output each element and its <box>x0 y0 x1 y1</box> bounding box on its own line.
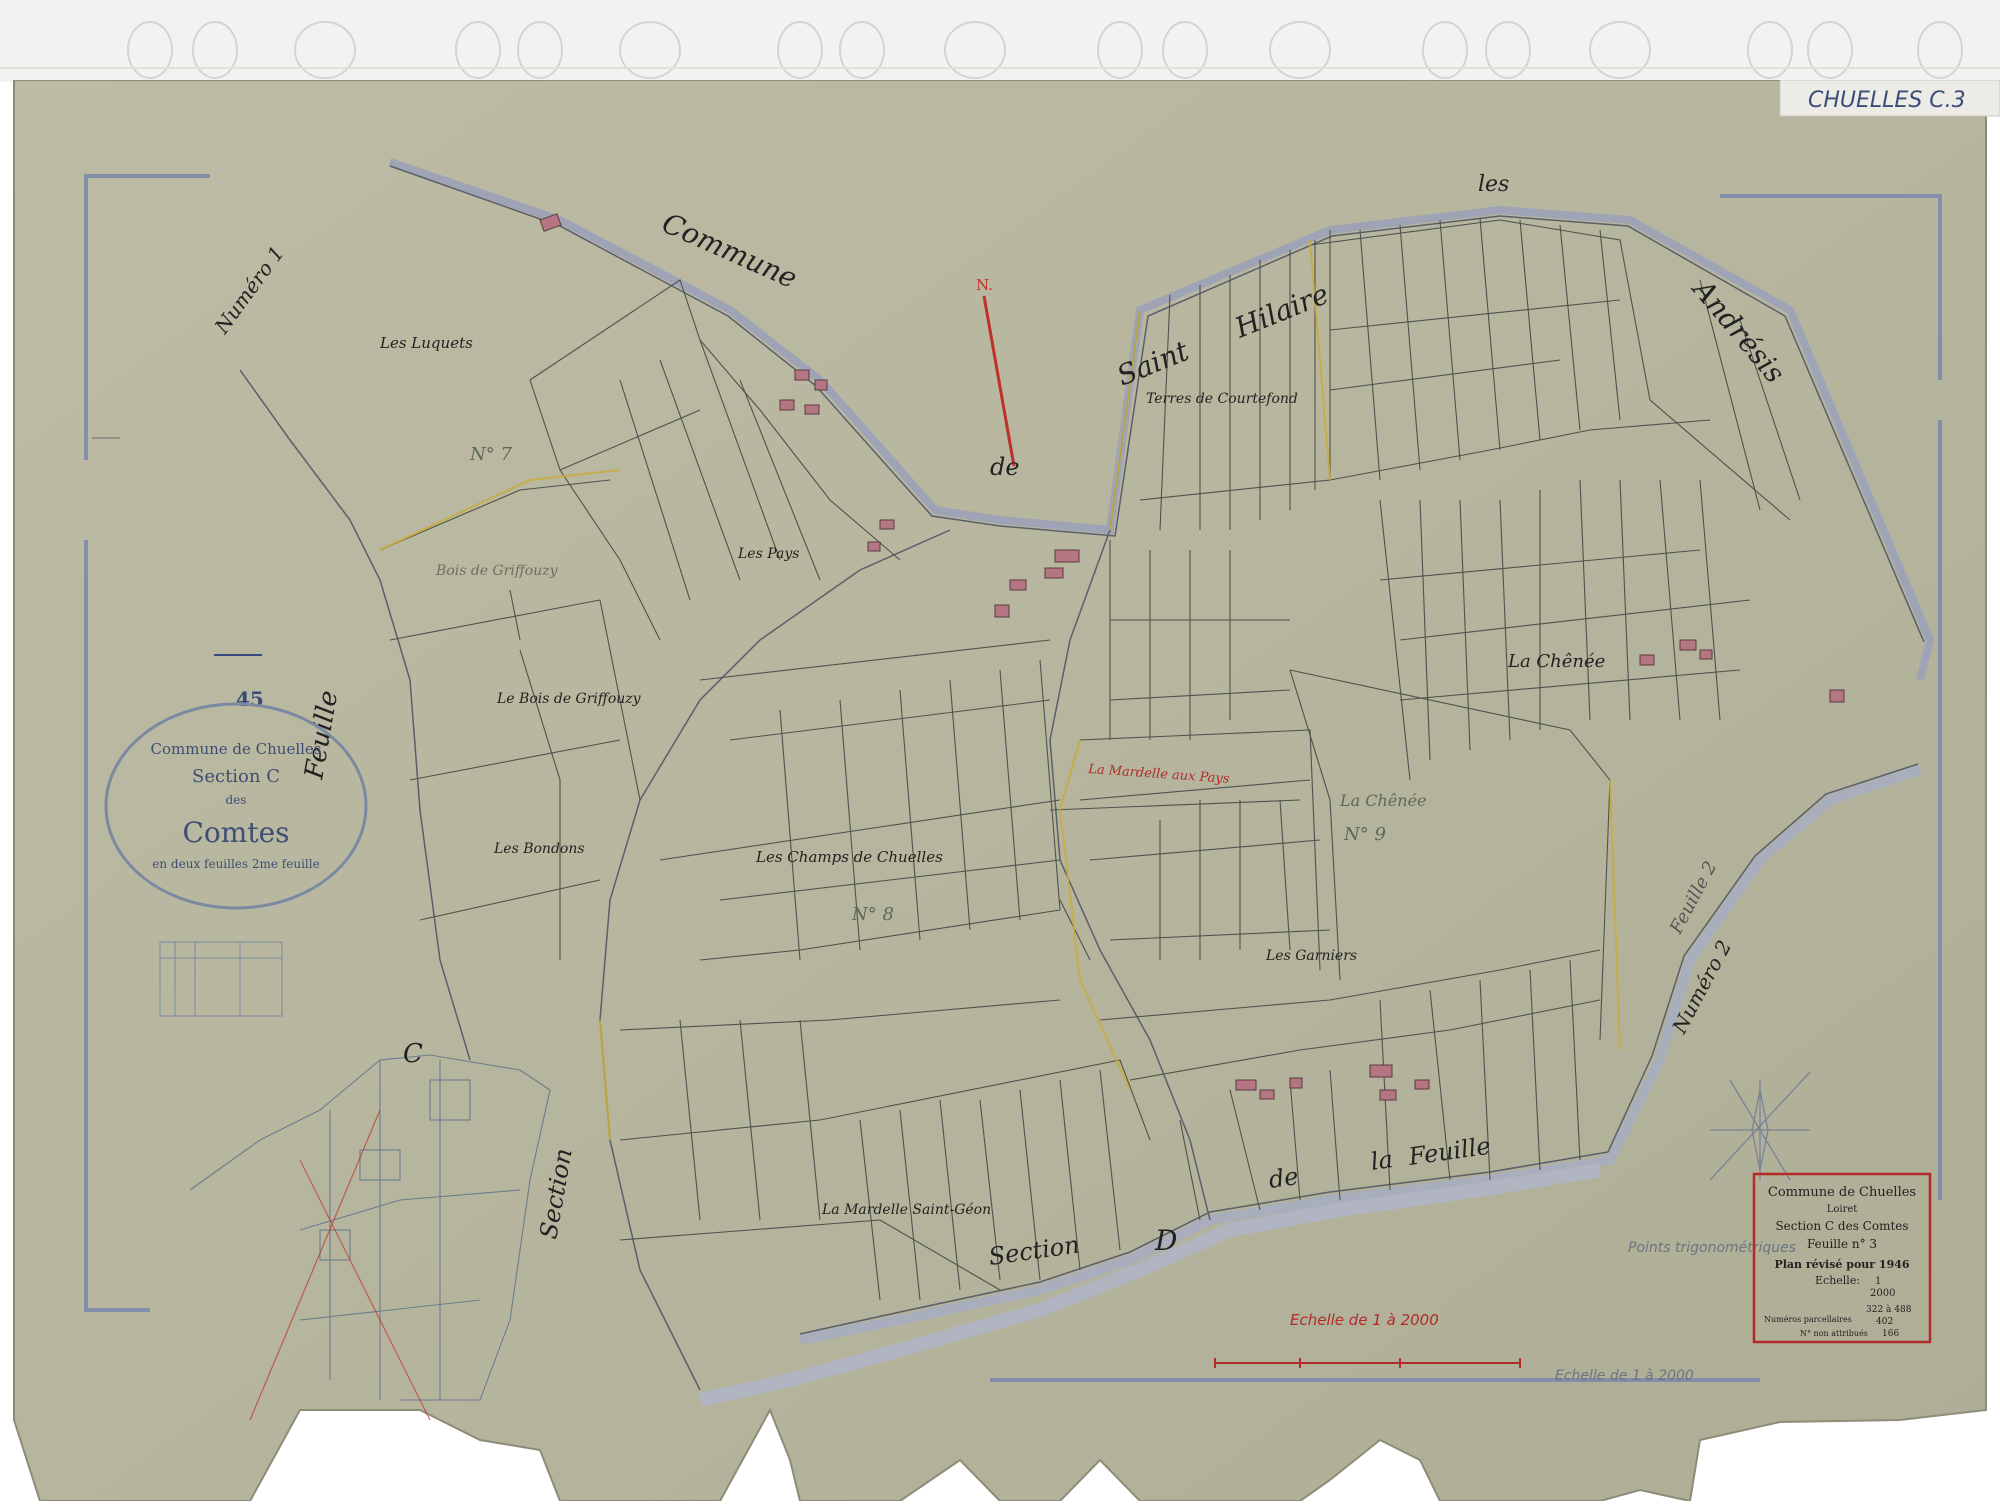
svg-text:N° 9: N° 9 <box>1343 824 1386 845</box>
svg-text:166: 166 <box>1882 1329 1899 1339</box>
svg-text:Les Luquets: Les Luquets <box>379 334 473 352</box>
svg-text:Feuille n° 3: Feuille n° 3 <box>1807 1237 1877 1251</box>
svg-text:Bois de Griffouzy: Bois de Griffouzy <box>435 563 559 579</box>
cadastral-map-sheet: CHUELLES C.3 N. Commune de Saint Hilaire… <box>0 79 2000 1503</box>
svg-text:Les Garniers: Les Garniers <box>1265 948 1357 964</box>
svg-text:N.: N. <box>976 276 993 294</box>
svg-text:1: 1 <box>1875 1276 1881 1287</box>
svg-text:322 à 488: 322 à 488 <box>1866 1304 1912 1315</box>
svg-text:des: des <box>226 793 247 807</box>
svg-text:402: 402 <box>1876 1317 1893 1327</box>
svg-text:CHUELLES C.3: CHUELLES C.3 <box>1808 88 1966 113</box>
svg-text:La Mardelle Saint-Géon: La Mardelle Saint-Géon <box>821 1202 991 1218</box>
svg-text:Les Bondons: Les Bondons <box>493 841 585 857</box>
svg-text:Loiret: Loiret <box>1827 1204 1858 1215</box>
points-trig-label: Points trigonométriques <box>1628 1240 1796 1256</box>
svg-text:les: les <box>1478 172 1509 197</box>
binder-holes <box>0 0 2000 82</box>
svg-text:Section C: Section C <box>192 766 280 787</box>
svg-text:Les Champs de Chuelles: Les Champs de Chuelles <box>755 848 943 866</box>
svg-text:la: la <box>1369 1145 1395 1176</box>
cadastral-map: CHUELLES C.3 N. Commune de Saint Hilaire… <box>13 79 2000 1503</box>
svg-text:La Chênée: La Chênée <box>1339 791 1427 810</box>
svg-text:N° 7: N° 7 <box>469 444 512 465</box>
svg-text:C: C <box>403 1039 423 1069</box>
svg-text:Echelle:: Echelle: <box>1815 1274 1860 1287</box>
svg-text:Plan révisé pour 1946: Plan révisé pour 1946 <box>1774 1258 1909 1271</box>
svg-text:Comtes: Comtes <box>182 816 289 849</box>
svg-text:2000: 2000 <box>1870 1288 1895 1299</box>
svg-text:Les Pays: Les Pays <box>737 546 799 562</box>
svg-text:Terres de Courtefond: Terres de Courtefond <box>1146 391 1298 407</box>
svg-text:Numéros parcellaires: Numéros parcellaires <box>1764 1315 1852 1324</box>
svg-text:de: de <box>990 453 1020 481</box>
svg-text:Le Bois de Griffouzy: Le Bois de Griffouzy <box>496 691 642 707</box>
svg-text:Commune de Chuelles: Commune de Chuelles <box>150 740 321 758</box>
svg-text:N° non attribués: N° non attribués <box>1800 1329 1868 1338</box>
svg-text:Commune de Chuelles: Commune de Chuelles <box>1768 1185 1916 1200</box>
svg-text:Section C des Comtes: Section C des Comtes <box>1775 1219 1908 1233</box>
svg-text:45: 45 <box>236 687 264 711</box>
svg-text:N° 8: N° 8 <box>851 904 894 925</box>
svg-text:La Chênée: La Chênée <box>1507 651 1605 672</box>
svg-text:Echelle de 1 à 2000: Echelle de 1 à 2000 <box>1555 1368 1694 1384</box>
archive-label: CHUELLES C.3 <box>1779 79 2000 117</box>
svg-text:de: de <box>1267 1162 1300 1194</box>
svg-text:en deux feuilles 2me feuille: en deux feuilles 2me feuille <box>152 857 319 871</box>
svg-text:Echelle de 1 à 2000: Echelle de 1 à 2000 <box>1290 1311 1439 1329</box>
binder-strip <box>0 0 2000 82</box>
